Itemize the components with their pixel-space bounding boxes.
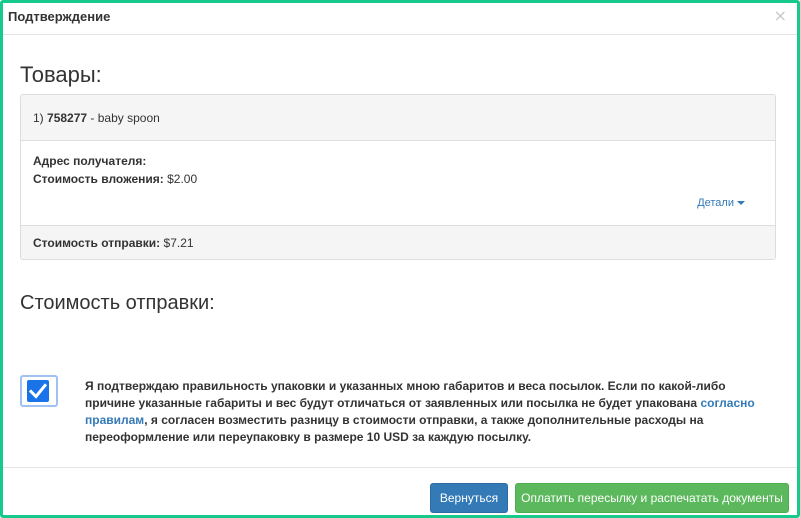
close-icon[interactable]: × <box>774 6 787 25</box>
confirmation-text-part1: Я подтверждаю правильность упаковки и ук… <box>85 379 726 410</box>
confirm-checkbox[interactable] <box>20 375 58 407</box>
checkmark-icon <box>28 383 48 399</box>
modal-header: Подтверждение × <box>3 3 797 35</box>
shipping-heading: Стоимость отправки: <box>20 292 215 314</box>
shipping-cost-label: Стоимость отправки: <box>33 236 161 250</box>
checkbox-fill <box>27 380 49 402</box>
content-cost: Стоимость вложения: $2.00 <box>33 172 197 186</box>
modal-title: Подтверждение <box>8 9 111 24</box>
goods-panel-footer: Стоимость отправки: $7.21 <box>21 225 775 259</box>
confirmation-text: Я подтверждаю правильность упаковки и ук… <box>85 378 765 446</box>
back-button[interactable]: Вернуться <box>430 483 508 513</box>
goods-panel-header: 1) 758277 - baby spoon <box>21 95 775 141</box>
item-name: - baby spoon <box>90 111 160 125</box>
item-id: 758277 <box>47 111 88 125</box>
item-number: 1) <box>33 111 44 125</box>
details-link[interactable]: Детали <box>697 197 745 209</box>
goods-panel: 1) 758277 - baby spoon Адрес получателя:… <box>20 94 776 260</box>
goods-item: 1) 758277 - baby spoon <box>33 111 160 125</box>
details-label: Детали <box>697 197 734 209</box>
shipping-cost: Стоимость отправки: $7.21 <box>33 236 194 250</box>
goods-heading: Товары: <box>20 62 102 87</box>
address-label: Адрес получателя: <box>33 154 147 168</box>
footer-divider <box>3 467 797 468</box>
confirmation-text-part2: , я согласен возместить разницу в стоимо… <box>85 413 704 444</box>
content-cost-value: $2.00 <box>167 172 198 186</box>
content-cost-label: Стоимость вложения: <box>33 172 164 186</box>
pay-and-print-button[interactable]: Оплатить пересылку и распечатать докумен… <box>515 483 789 513</box>
shipping-cost-value: $7.21 <box>163 236 194 250</box>
caret-down-icon <box>737 201 745 206</box>
